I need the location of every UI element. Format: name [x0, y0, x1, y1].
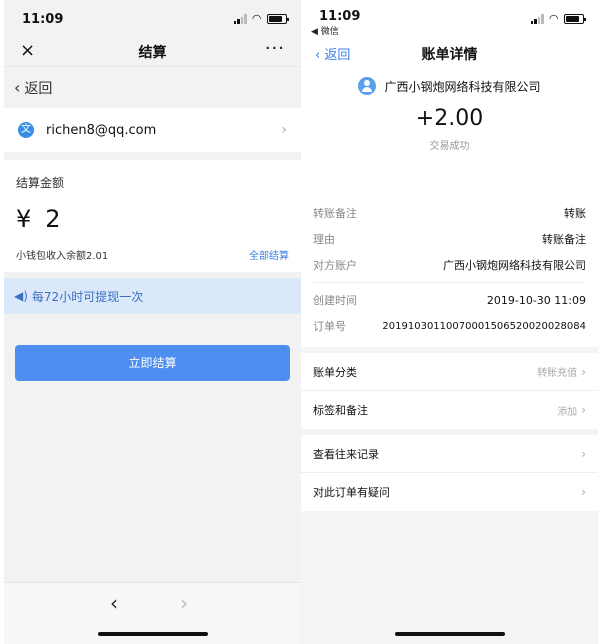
amount-label: 结算金额 — [16, 176, 65, 190]
transaction-status: 交易成功 — [429, 141, 470, 152]
view-history-row[interactable]: 查看往来记录 › — [301, 435, 598, 473]
detail-value: 转账备注 — [542, 233, 586, 246]
title-bar: ‹ 返回 账单详情 — [301, 38, 598, 68]
status-icons: ◠ — [530, 12, 586, 25]
detail-key: 创建时间 — [313, 294, 357, 307]
order-question-row[interactable]: 对此订单有疑问 › — [301, 473, 598, 511]
chevron-right-icon: › — [581, 403, 586, 417]
detail-value: 转账 — [564, 207, 586, 220]
chevron-right-icon: › — [581, 446, 586, 461]
amount-value: ¥ 2 — [16, 205, 289, 233]
menu-extra: 转账充值 — [537, 368, 578, 379]
page-title: 结算 — [138, 45, 167, 61]
menu-label: 查看往来记录 — [313, 447, 379, 461]
detail-key: 转账备注 — [313, 207, 357, 220]
detail-row: 理由 转账备注 — [313, 226, 586, 252]
balance-text: 小钱包收入余额2.01 — [16, 251, 109, 262]
detail-key: 对方账户 — [313, 259, 357, 272]
home-indicator — [394, 632, 505, 636]
settle-all-link[interactable]: 全部结算 — [249, 247, 289, 262]
menu-extra: 添加 — [557, 406, 578, 418]
signal-icon — [233, 13, 247, 24]
status-time: 11:09 — [22, 12, 64, 27]
bottom-nav: ‹ › — [4, 582, 301, 644]
more-button[interactable]: ··· — [265, 38, 285, 59]
status-time: 11:09 — [319, 9, 361, 24]
bill-category-row[interactable]: 账单分类 转账充值 › — [301, 353, 598, 391]
detail-key: 订单号 — [313, 320, 346, 333]
signal-icon — [530, 13, 544, 24]
menu-group-1: 账单分类 转账充值 › 标签和备注 添加 › — [301, 353, 598, 429]
menu-label: 对此订单有疑问 — [313, 486, 390, 499]
detail-row: 订单号 20191030110070001506520020028084 — [313, 313, 586, 347]
detail-row: 转账备注 转账 — [313, 200, 586, 226]
transaction-amount: +2.00 — [415, 106, 484, 131]
menu-label: 账单分类 — [313, 365, 357, 379]
detail-key: 理由 — [313, 233, 335, 246]
battery-icon — [267, 13, 289, 24]
merchant-name: 广西小钢炮网络科技有限公司 — [384, 79, 541, 94]
account-email: richen8@qq.com — [46, 122, 157, 138]
status-back-app[interactable]: ◀ 微信 — [311, 24, 339, 37]
chevron-left-icon: ‹ — [14, 78, 21, 97]
nav-forward-button[interactable]: › — [180, 591, 188, 615]
status-bar: 11:09 ◀ 微信 ◠ — [301, 0, 598, 38]
detail-row: 对方账户 广西小钢炮网络科技有限公司 — [313, 252, 586, 278]
account-row[interactable]: 文 richen8@qq.com › — [4, 108, 301, 152]
back-label: 返回 — [24, 80, 53, 97]
detail-list: 转账备注 转账 理由 转账备注 对方账户 广西小钢炮网络科技有限公司 创建时间 … — [301, 200, 598, 347]
status-icons: ◠ — [233, 12, 289, 25]
chevron-right-icon: › — [281, 122, 287, 138]
settlement-screen: 11:09 ◠ × 结算 ··· ‹ 返回 文 richen8@qq.com ›… — [4, 0, 301, 644]
chevron-right-icon: › — [581, 485, 586, 499]
detail-value: 广西小钢炮网络科技有限公司 — [443, 259, 586, 272]
merchant-header: 广西小钢炮网络科技有限公司 +2.00 交易成功 — [301, 68, 598, 200]
divider — [313, 282, 586, 283]
back-button[interactable]: ‹ 返回 — [4, 66, 301, 108]
amount-card: 结算金额 ¥ 2 小钱包收入余额2.01 全部结算 — [4, 160, 301, 272]
wifi-icon: ◠ — [549, 12, 558, 25]
speaker-icon: ◀) — [14, 289, 28, 303]
settle-now-button[interactable]: 立即结算 — [15, 345, 290, 381]
detail-value: 2019-10-30 11:09 — [486, 293, 586, 307]
status-bar: 11:09 ◠ — [4, 0, 301, 38]
menu-group-2: 查看往来记录 › 对此订单有疑问 › — [301, 435, 598, 511]
nav-back-button[interactable]: ‹ — [110, 591, 118, 615]
currency-symbol: ¥ — [16, 205, 32, 233]
menu-label: 标签和备注 — [313, 404, 368, 417]
merchant-name-row: 广西小钢炮网络科技有限公司 — [301, 72, 598, 100]
account-logo-icon: 文 — [18, 122, 34, 138]
amount-number: 2 — [45, 205, 61, 233]
order-number: 20191030110070001506520020028084 — [382, 320, 586, 332]
notice-text: 每72小时可提现一次 — [31, 289, 144, 304]
home-indicator — [97, 632, 208, 636]
page-title: 账单详情 — [421, 47, 478, 63]
title-bar: × 结算 ··· — [4, 38, 301, 66]
battery-icon — [564, 13, 586, 24]
user-avatar-icon — [358, 77, 377, 95]
tags-notes-row[interactable]: 标签和备注 添加 › — [301, 391, 598, 429]
detail-row: 创建时间 2019-10-30 11:09 — [313, 287, 586, 313]
bill-detail-screen: 11:09 ◀ 微信 ◠ ‹ 返回 账单详情 广西小钢炮网络科技有限公司 +2.… — [301, 0, 598, 644]
notice-banner: ◀) 每72小时可提现一次 — [4, 278, 301, 314]
chevron-right-icon: › — [581, 364, 586, 379]
wifi-icon: ◠ — [252, 12, 261, 25]
